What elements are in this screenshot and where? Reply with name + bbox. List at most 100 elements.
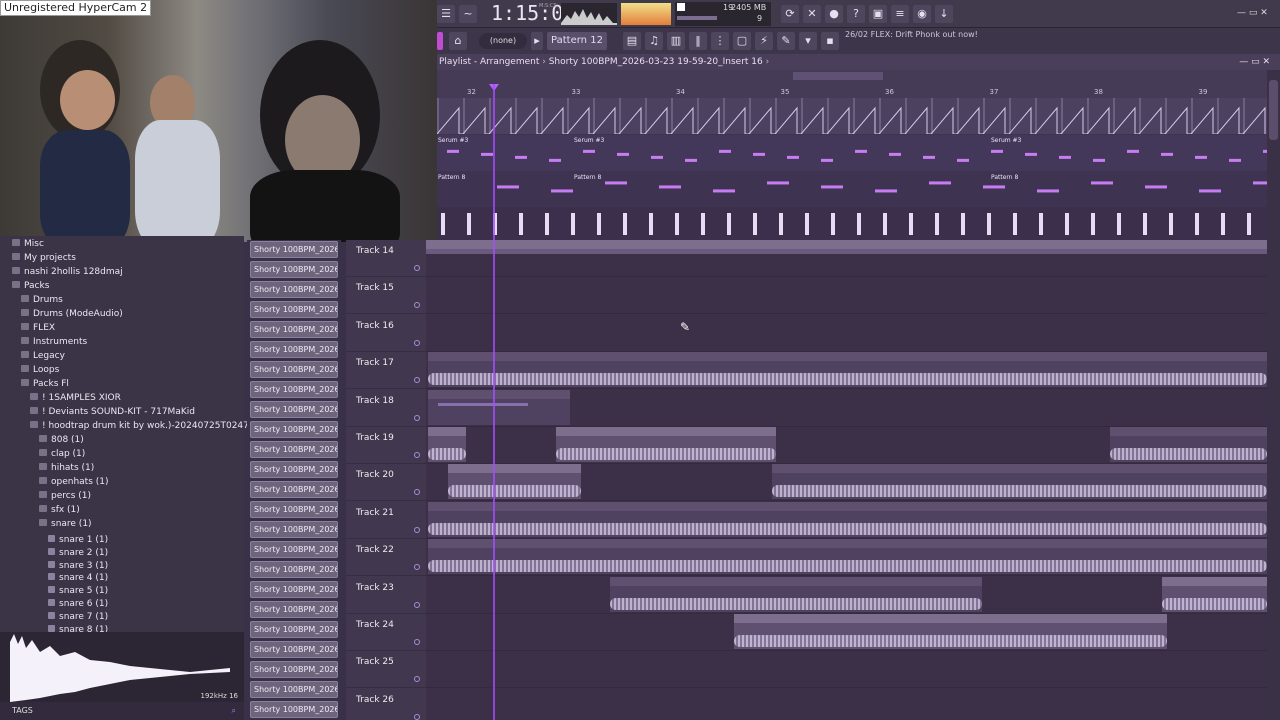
track-lane[interactable]: ◂ Shorty 100BPM_2026-03-23 19-49-06_Inse… — [426, 576, 1267, 614]
clip-source-item[interactable]: Shorty 100BPM_2026-03... — [250, 681, 338, 698]
clip-source-item[interactable]: Shorty 100BPM_2026-03... — [250, 561, 338, 578]
audio-clip[interactable]: ◂ Shorty 100BPM_2026-03-23 19-48-36_Inse… — [772, 464, 1267, 500]
help-icon[interactable]: ? — [847, 5, 865, 23]
browser-folder[interactable]: clap (1) — [39, 448, 85, 461]
track-header[interactable]: Track 21 — [346, 502, 426, 539]
loop-icon[interactable]: ⟳ — [781, 5, 799, 23]
track-enable-icon[interactable] — [414, 377, 420, 384]
browser-folder[interactable]: Drums — [21, 294, 63, 307]
browser-folder[interactable]: Instruments — [21, 336, 87, 349]
snap-select[interactable]: (none) — [479, 33, 527, 49]
track-header[interactable]: Track 22 — [346, 539, 426, 577]
window-controls[interactable]: — ▭ ✕ — [1237, 8, 1268, 18]
clip-source-item[interactable]: Shorty 100BPM_2026-03... — [250, 581, 338, 598]
clip-source-item[interactable]: Shorty 100BPM_2026-03... — [250, 341, 338, 358]
news-icon[interactable]: ▪ — [821, 32, 839, 50]
track-enable-icon[interactable] — [414, 601, 420, 608]
track-enable-icon[interactable] — [414, 713, 420, 720]
browser-folder[interactable]: percs (1) — [39, 490, 91, 503]
browser-folder[interactable]: ! 1SAMPLES XIOR — [30, 392, 121, 405]
mic-icon[interactable]: ● — [825, 5, 843, 23]
timeline-ruler[interactable]: 32 33 34 35 36 37 38 39 — [437, 70, 1267, 98]
tool-icon[interactable]: ✎ — [777, 32, 795, 50]
browser-folder[interactable]: openhats (1) — [39, 476, 109, 489]
track-enable-icon[interactable] — [414, 676, 420, 683]
track-header[interactable]: Track 26 — [346, 689, 426, 720]
horizontal-scroll[interactable] — [793, 72, 883, 80]
track-lanes[interactable]: ◂ Master - EQ band 1 (low shelf) level ◂ … — [426, 240, 1267, 720]
browser-folder[interactable]: nashi 2hollis 128dmaj — [12, 266, 123, 279]
clip-source-item[interactable]: Shorty 100BPM_2026-03... — [250, 521, 338, 538]
tags-bar[interactable]: TAGS ⌕ — [0, 702, 244, 720]
browser-file[interactable]: snare 1 (1) — [48, 534, 108, 547]
browser-folder[interactable]: ! Deviants SOUND-KIT - 717MaKid — [30, 406, 195, 419]
browser-folder[interactable]: Packs Fl — [21, 378, 69, 391]
plug-icon[interactable]: ⚡ — [755, 32, 773, 50]
track-lane[interactable]: ◂ Master - EQ band 1 (low shelf) level — [426, 240, 1267, 277]
menu-icon[interactable]: ☰ — [437, 5, 455, 23]
clip-source-item[interactable]: Shorty 100BPM_2026-03... — [250, 381, 338, 398]
audio-clip[interactable]: ◂ v3 ezeckitis - shorty (prod. @_xxor_) — [428, 539, 1267, 575]
browser-folder[interactable]: 808 (1) — [39, 434, 84, 447]
clip-source-item[interactable]: Shorty 100BPM_2026-03... — [250, 321, 338, 338]
browser-file[interactable]: snare 6 (1) — [48, 598, 108, 611]
track-enable-icon[interactable] — [414, 414, 420, 421]
track-enable-icon[interactable] — [414, 564, 420, 571]
track-enable-icon[interactable] — [414, 489, 420, 496]
save-icon[interactable]: ▣ — [869, 5, 887, 23]
clip-source-item[interactable]: Shorty 100BPM_2026-03... — [250, 261, 338, 278]
clip-source-item[interactable]: Shorty 100BPM_2026-03... — [250, 301, 338, 318]
news-panel[interactable]: 26/02 FLEX: Drift Phonk out now! — [845, 30, 978, 40]
clip-source-item[interactable]: Shorty 100BPM_2026-03... — [250, 641, 338, 658]
clip-source-item[interactable]: Shorty 100BPM_2026-03... — [250, 621, 338, 638]
pattern-selector[interactable]: Pattern 12 — [547, 32, 607, 50]
browser-folder[interactable]: Loops — [21, 364, 59, 377]
plugin-icon[interactable]: ▢ — [733, 32, 751, 50]
track-header[interactable]: Track 16 — [346, 315, 426, 352]
track-lane[interactable] — [426, 689, 1267, 720]
track-lane[interactable] — [426, 651, 1267, 689]
track-enable-icon[interactable] — [414, 452, 420, 458]
browser-icon[interactable]: ⋮ — [711, 32, 729, 50]
track-lane[interactable]: ◂ v3 ezeckitis - shorty (prod. @_xxor_) — [426, 539, 1267, 577]
audio-clip[interactable]: ◂ Shorty 100BPM_2026-03-23 19-48-27_Inse… — [556, 427, 776, 462]
playhead-line[interactable] — [493, 84, 495, 720]
track-lane[interactable]: ◂ Sho..t 16 ◂ Shorty 100BPM_2026-03-23 19… — [426, 427, 1267, 464]
track-lane[interactable] — [426, 277, 1267, 315]
search-icon[interactable]: ⌕ — [232, 702, 236, 720]
track-header[interactable]: Track 19 — [346, 427, 426, 464]
track-header[interactable]: Track 17 — [346, 352, 426, 390]
playlist-icon[interactable]: ▤ — [623, 32, 641, 50]
browser-folder[interactable]: My projects — [12, 252, 76, 265]
browser-folder[interactable]: Misc — [12, 238, 44, 251]
audio-clip[interactable]: ◂ Shorty - Ezeckitis FT Hanamichi — [428, 352, 1267, 388]
track-lane[interactable]: ◂ Pattern 12 — [426, 389, 1267, 427]
track-header[interactable]: Track 20 — [346, 464, 426, 502]
audio-clip[interactable]: ◂ Shorty 100BPM_2026-03-23 19-49-06_Inse… — [610, 576, 982, 612]
track-lane[interactable] — [426, 315, 1267, 352]
playlist-window-controls[interactable]: — ▭ ✕ — [1239, 54, 1270, 70]
browser-folder[interactable]: sfx (1) — [39, 504, 80, 517]
audio-clip[interactable]: ◂ Sho..t 16 — [428, 427, 466, 462]
browser-file[interactable]: snare 4 (1) — [48, 572, 108, 585]
download-icon[interactable]: ↓ — [935, 5, 953, 23]
clip-source-item[interactable]: Shorty 100BPM_2026-03... — [250, 401, 338, 418]
pattern-arrow-icon[interactable]: ▸ — [531, 32, 543, 50]
channel-rack-icon[interactable]: ▥ — [667, 32, 685, 50]
browser-folder[interactable]: Packs — [12, 280, 49, 293]
track-lane[interactable]: ◂ Shorty - Ezeckitis FT Hanamichi — [426, 352, 1267, 390]
clip-source-item[interactable]: Shorty 100BPM_2026-03... — [250, 701, 338, 718]
browser-folder[interactable]: FLEX — [21, 322, 55, 335]
metronome-icon[interactable]: ✕ — [803, 5, 821, 23]
pattern-clip[interactable]: ◂ Pattern 12 — [428, 389, 570, 425]
track-header[interactable]: Track 24 — [346, 614, 426, 651]
browser-file[interactable]: snare 2 (1) — [48, 547, 108, 560]
automation-clip[interactable]: ◂ Master - EQ band 1 (low shelf) level — [426, 240, 1267, 254]
track-header[interactable]: Track 25 — [346, 651, 426, 689]
clip-source-item[interactable]: Shorty 100BPM_2026-03... — [250, 281, 338, 298]
mixer-icon[interactable]: ≡ — [891, 5, 909, 23]
snap-icon[interactable]: ⌂ — [449, 32, 467, 50]
track-header[interactable]: Track 18 — [346, 390, 426, 427]
track-header[interactable]: Track 23 — [346, 577, 426, 614]
clip-source-item[interactable]: Shorty 100BPM_2026-03... — [250, 501, 338, 518]
